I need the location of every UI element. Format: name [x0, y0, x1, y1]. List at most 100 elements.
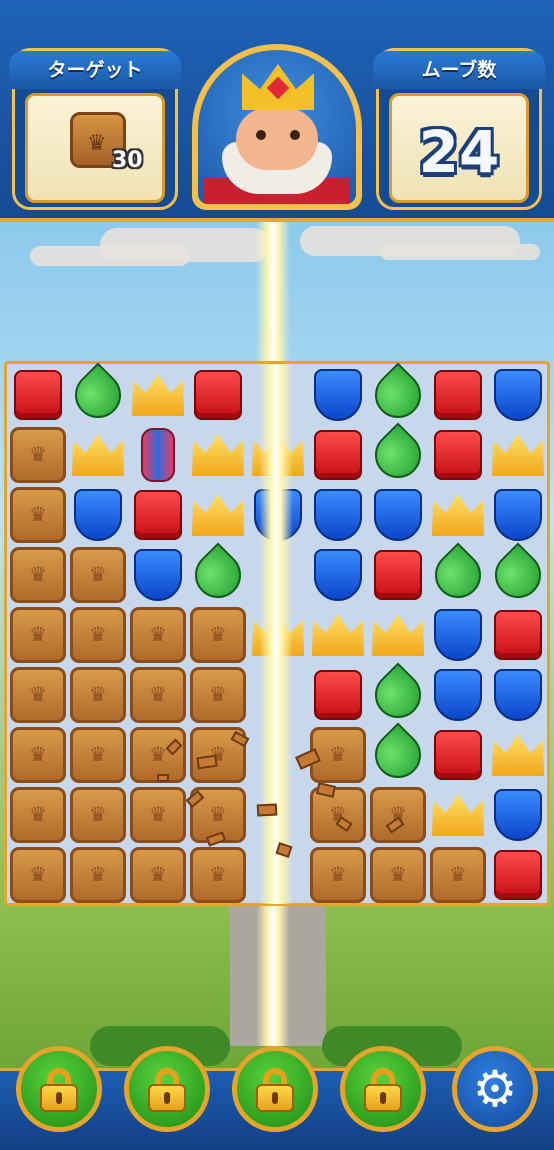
board-cell[interactable] [129, 786, 187, 844]
settings-button[interactable]: ⚙ [452, 1046, 538, 1132]
box-piece-icon [10, 607, 66, 663]
board-cell[interactable] [489, 726, 547, 784]
board-cell[interactable] [489, 606, 547, 664]
board-cell[interactable] [69, 786, 127, 844]
board-cell[interactable] [309, 426, 367, 484]
locked-booster-button[interactable] [340, 1046, 426, 1132]
board-cell[interactable] [489, 666, 547, 724]
locked-booster-button[interactable] [232, 1046, 318, 1132]
red-piece-icon [374, 550, 422, 600]
box-piece-icon [190, 847, 246, 903]
board-cell[interactable] [9, 366, 67, 424]
box-piece-icon [310, 787, 366, 843]
board-cell[interactable] [189, 666, 247, 724]
board-cell[interactable] [429, 666, 487, 724]
board-cell[interactable] [429, 606, 487, 664]
board-cell[interactable] [369, 846, 427, 904]
board-cell[interactable] [429, 366, 487, 424]
board-cell[interactable] [489, 426, 547, 484]
board-cell[interactable] [489, 486, 547, 544]
board-cell[interactable] [425, 542, 491, 608]
board-cell[interactable] [429, 726, 487, 784]
board-cell[interactable] [369, 606, 427, 664]
keyhole [272, 1092, 278, 1104]
board-cell[interactable] [69, 726, 127, 784]
board-cell[interactable] [129, 846, 187, 904]
board-cell[interactable] [65, 362, 131, 428]
board-cell[interactable] [189, 486, 247, 544]
board-cell[interactable] [69, 486, 127, 544]
blue-piece-icon [314, 489, 362, 541]
board-cell[interactable] [309, 486, 367, 544]
board-cell[interactable] [369, 546, 427, 604]
box-piece-icon [70, 847, 126, 903]
board-cell[interactable] [185, 542, 251, 608]
red-piece-icon [494, 850, 542, 900]
board-cell[interactable] [429, 426, 487, 484]
box-piece-icon [10, 427, 66, 483]
board-cell[interactable] [309, 666, 367, 724]
board-cell[interactable] [9, 426, 67, 484]
board-cell[interactable] [369, 486, 427, 544]
board-cell[interactable] [365, 422, 431, 488]
board-cell[interactable] [485, 542, 551, 608]
board-cell[interactable] [69, 666, 127, 724]
board-cell[interactable] [489, 786, 547, 844]
board-cell[interactable] [69, 426, 127, 484]
blue-piece-icon [314, 549, 362, 601]
moves-panel: ムーブ数 24 [373, 48, 545, 210]
board-cell[interactable] [365, 722, 431, 788]
board-cell[interactable] [309, 366, 367, 424]
board-cell[interactable] [129, 486, 187, 544]
board-cell[interactable] [489, 846, 547, 904]
red-piece-icon [434, 430, 482, 480]
box-piece-icon [70, 667, 126, 723]
board-cell[interactable] [189, 846, 247, 904]
box-piece-icon [10, 847, 66, 903]
crown-piece-icon [72, 434, 124, 476]
board-cell[interactable] [189, 606, 247, 664]
board-cell[interactable] [309, 606, 367, 664]
board-cell[interactable] [9, 846, 67, 904]
red-piece-icon [434, 370, 482, 420]
board-cell[interactable] [129, 666, 187, 724]
board-cell[interactable] [129, 546, 187, 604]
locked-booster-button[interactable] [16, 1046, 102, 1132]
green-piece-icon [485, 542, 551, 608]
board-cell[interactable] [429, 786, 487, 844]
board-cell[interactable] [309, 786, 367, 844]
board-cell[interactable] [9, 606, 67, 664]
board-cell[interactable] [129, 366, 187, 424]
blue-piece-icon [314, 369, 362, 421]
gear-icon: ⚙ [472, 1060, 518, 1118]
board-cell[interactable] [429, 846, 487, 904]
box-piece-icon [10, 787, 66, 843]
board-cell[interactable] [189, 426, 247, 484]
board-cell[interactable] [9, 486, 67, 544]
board-cell[interactable] [9, 726, 67, 784]
board-cell[interactable] [69, 846, 127, 904]
locked-booster-button[interactable] [124, 1046, 210, 1132]
board-cell[interactable] [9, 546, 67, 604]
board-cell[interactable] [429, 486, 487, 544]
board-cell[interactable] [365, 362, 431, 428]
green-piece-icon [185, 542, 251, 608]
board-cell[interactable] [309, 546, 367, 604]
board-cell[interactable] [69, 546, 127, 604]
game-board [4, 361, 551, 906]
board-cell[interactable] [189, 366, 247, 424]
board-cell[interactable] [489, 366, 547, 424]
king-eye [256, 130, 266, 140]
box-piece-icon [370, 787, 426, 843]
board-cell[interactable] [69, 606, 127, 664]
board-cell[interactable] [9, 666, 67, 724]
board-cell[interactable] [309, 846, 367, 904]
board-cell[interactable] [129, 606, 187, 664]
board-cell[interactable] [129, 426, 187, 484]
board-cell[interactable] [369, 786, 427, 844]
lock-icon [256, 1068, 294, 1112]
board-cell[interactable] [365, 662, 431, 728]
blue-piece-icon [374, 489, 422, 541]
board-cell[interactable] [9, 786, 67, 844]
cloud [30, 246, 190, 266]
